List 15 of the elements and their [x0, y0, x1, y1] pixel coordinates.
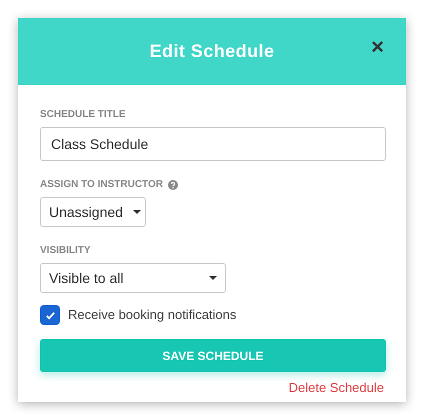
caret-icon — [209, 276, 217, 280]
title-input[interactable]: Class Schedule — [40, 127, 386, 161]
field-label: SCHEDULE TITLE — [40, 108, 126, 122]
dropdown[interactable]: Unassigned — [40, 197, 146, 227]
help-icon[interactable] — [168, 180, 178, 190]
dialog-title: Edit Schedule — [150, 40, 274, 63]
dropdown[interactable]: Visible to all — [40, 263, 226, 293]
checkbox-label: Receive booking notifications — [68, 306, 236, 324]
close-button[interactable]: × — [371, 36, 384, 58]
checkbox[interactable] — [40, 305, 60, 325]
caret-icon — [132, 210, 141, 214]
field-label: VISIBILITY — [40, 244, 91, 258]
check-icon — [44, 310, 56, 320]
delete-link[interactable]: Delete Schedule — [288, 378, 384, 398]
field-label: ASSIGN TO INSTRUCTOR — [40, 178, 163, 192]
